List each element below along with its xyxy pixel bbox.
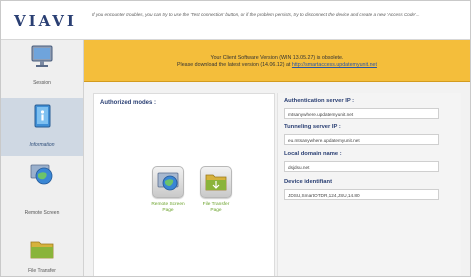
device-identifiant-field: JDSU,SmartOTDR,124,JSU,14.80 (284, 189, 439, 200)
banner-message: Your Client Software Version (WIN 13.05.… (210, 55, 344, 61)
sidebar-item-label: Information (29, 142, 55, 148)
sidebar-item-file-transfer[interactable]: File Transfer (1, 216, 83, 274)
sidebar-item-label: Session (33, 80, 51, 86)
globe-icon (30, 164, 53, 185)
file-transfer-tile[interactable] (200, 166, 232, 198)
mode-list: Remote Screen Page File Transfer Page (139, 166, 249, 236)
remote-screen-mode[interactable]: Remote Screen Page (149, 166, 187, 214)
banner-download-line: Please download the latest version (14.0… (84, 62, 470, 68)
sidebar-item-information[interactable]: Information (1, 98, 83, 156)
viavi-logo: VIAVI (14, 12, 77, 30)
authorized-modes-panel: Authorized modes : Remote Screen Page Fi… (93, 93, 275, 276)
file-transfer-caption: File Transfer Page (197, 202, 235, 214)
local-domain-label: Local domain name : (284, 151, 342, 157)
server-info-panel: Authentication server IP : mtsanywhere.u… (277, 93, 461, 276)
file-transfer-icon (205, 174, 227, 191)
troubleshoot-notice: If you encounter troubles, you can try t… (92, 12, 420, 17)
auth-server-label: Authentication server IP : (284, 98, 355, 104)
banner-download-text: Please download the latest version (14.0… (177, 62, 291, 68)
information-icon (34, 104, 51, 128)
sidebar-item-label: File Transfer (28, 268, 56, 274)
folder-icon (30, 241, 54, 259)
device-identifiant-label: Device identifiant (284, 179, 332, 185)
remote-screen-sublabel: Page (162, 208, 174, 213)
tunneling-server-label: Tunneling server IP : (284, 124, 341, 130)
authorized-modes-title: Authorized modes : (100, 100, 157, 106)
download-link[interactable]: http://smartaccess.updatemyunit.net (292, 62, 377, 68)
top-header: VIAVI If you encounter troubles, you can… (1, 1, 470, 40)
remote-screen-icon (157, 172, 179, 191)
auth-server-field: mtsanywhere.updatemyunit.net (284, 108, 439, 119)
remote-screen-tile[interactable] (152, 166, 184, 198)
sidebar-item-session[interactable]: Session (1, 40, 83, 98)
remote-screen-caption: Remote Screen Page (149, 202, 187, 214)
app-window: VIAVI If you encounter troubles, you can… (0, 0, 471, 277)
sidebar: Session Information Remote Screen File T… (1, 40, 84, 276)
monitor-icon (31, 45, 53, 67)
sidebar-item-remote-screen[interactable]: Remote Screen (1, 158, 83, 216)
file-transfer-sublabel: Page (210, 208, 222, 213)
obsolete-version-banner: Your Client Software Version (WIN 13.05.… (84, 40, 470, 82)
local-domain-field: dsjdsu.net (284, 161, 439, 172)
tunneling-server-field: eu.mtsanywhere.updatemyunit.net (284, 134, 439, 145)
file-transfer-mode[interactable]: File Transfer Page (197, 166, 235, 214)
